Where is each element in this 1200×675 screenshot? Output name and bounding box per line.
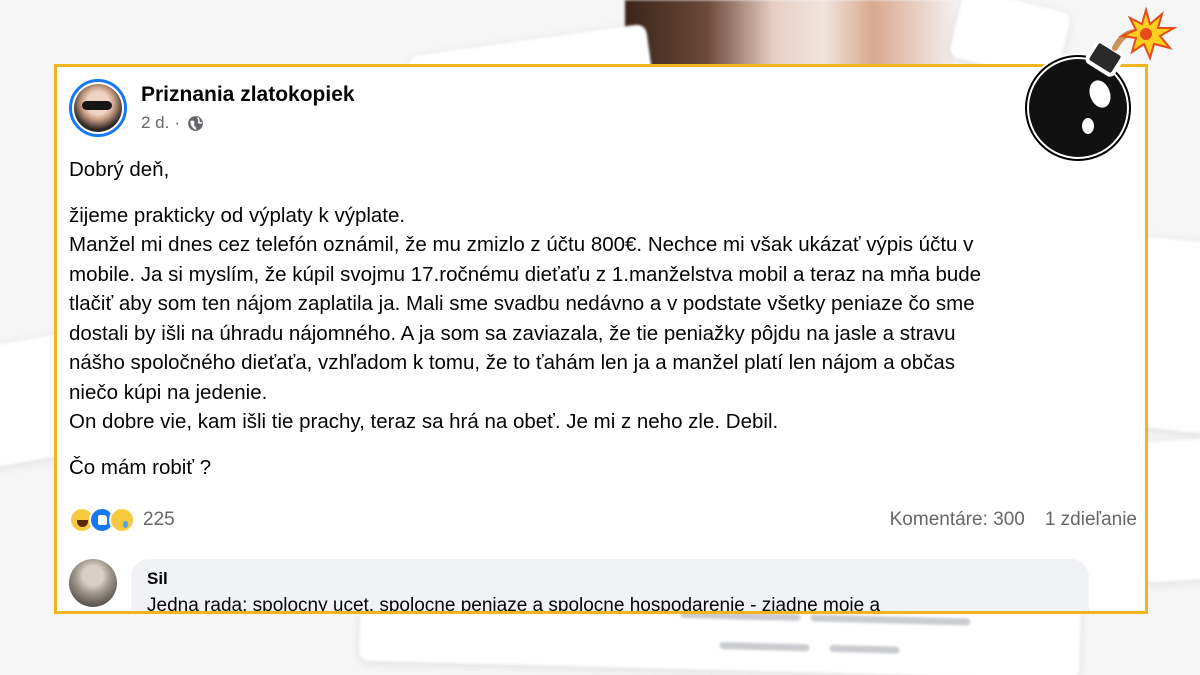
post-stats: 225 Komentáre: 300 1 zdieľanie	[69, 505, 1137, 535]
background-photo	[625, 0, 955, 70]
comments-count[interactable]: Komentáre: 300	[890, 509, 1025, 531]
post-line: dostali by išli na úhradu nájomného. A j…	[69, 321, 956, 345]
post-line: tlačiť aby som ten nájom zaplatila ja. M…	[69, 292, 975, 315]
post-line: žijeme prakticky od výplaty k výplate.	[69, 203, 406, 227]
post-greeting: Dobrý deň,	[69, 158, 170, 181]
post-line: mobile. Ja si myslím, že kúpil svojmu 17…	[69, 262, 982, 286]
image-canvas: Priznania zlatokopiek 2 d. · Dobrý deň, …	[0, 0, 1200, 675]
post-body: Dobrý deň, žijeme prakticky od výplaty k…	[69, 155, 1139, 482]
post-line: niečo kúpi na jedenie.	[69, 380, 268, 404]
commenter-avatar[interactable]	[69, 559, 117, 607]
comment-text: Jedna rada: spolocny ucet, spolocne peni…	[147, 595, 881, 614]
comment-bubble: Sil Jedna rada: spolocny ucet, spolocne …	[131, 559, 1089, 614]
comment-author[interactable]: Sil	[147, 569, 1073, 589]
page-name[interactable]: Priznania zlatokopiek	[141, 83, 355, 107]
facebook-post: Priznania zlatokopiek 2 d. · Dobrý deň, …	[54, 64, 1148, 614]
globe-icon	[188, 115, 203, 131]
post-header: Priznania zlatokopiek 2 d. ·	[69, 79, 355, 137]
post-line: Manžel mi dnes cez telefón oznámil, že m…	[69, 233, 974, 256]
post-timestamp[interactable]: 2 d.	[141, 113, 169, 133]
reaction-count: 225	[143, 509, 175, 530]
shares-count[interactable]: 1 zdieľanie	[1045, 509, 1137, 531]
meta-separator: ·	[174, 113, 181, 132]
reactions-summary[interactable]: 225	[69, 507, 175, 533]
post-line: nášho spoločného dieťaťa, vzhľadom k tom…	[69, 351, 956, 374]
post-question: Čo mám robiť ?	[69, 455, 212, 479]
bomb-icon	[1023, 6, 1178, 163]
post-line: On dobre vie, kam išli tie prachy, teraz…	[69, 410, 779, 433]
sad-reaction-icon	[109, 507, 135, 533]
page-avatar[interactable]	[69, 79, 127, 137]
